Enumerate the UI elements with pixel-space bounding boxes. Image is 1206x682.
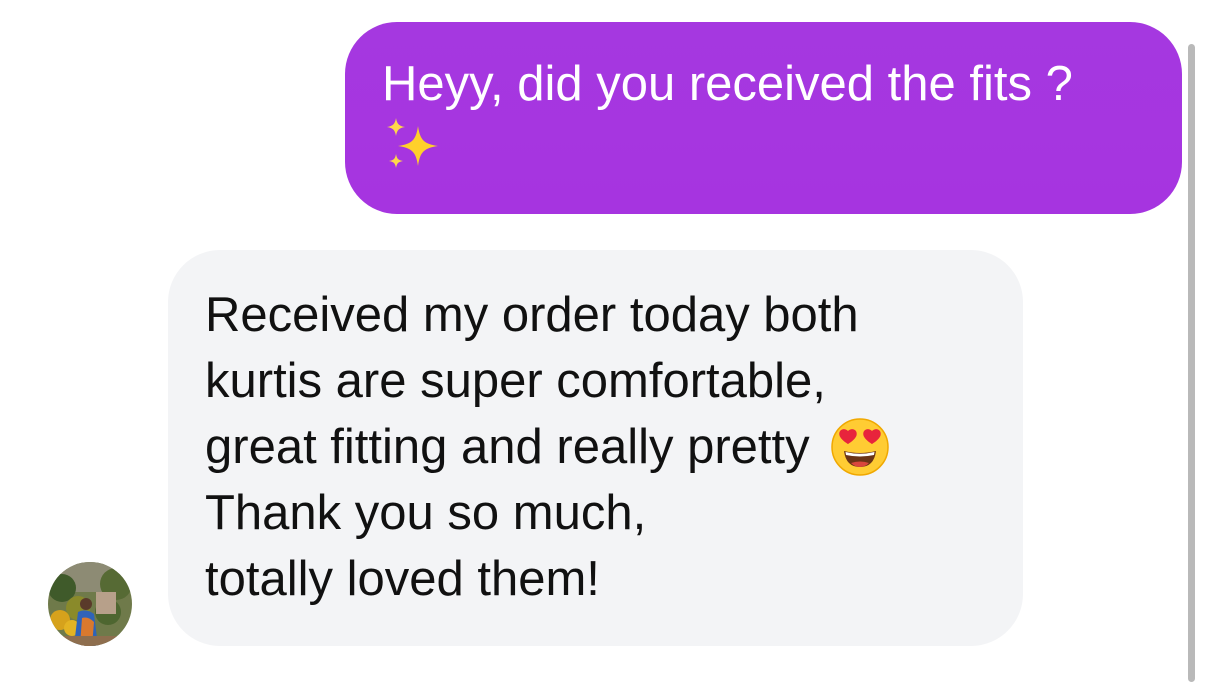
message-line-text: great fitting and really pretty bbox=[205, 420, 810, 474]
message-line: totally loved them! bbox=[205, 552, 600, 606]
chat-thread: Heyy, did you received the fits ? Receiv… bbox=[0, 0, 1206, 682]
message-line: kurtis are super comfortable, bbox=[205, 354, 826, 408]
message-line: Thank you so much, bbox=[205, 486, 647, 540]
heart-eyes-emoji-icon bbox=[830, 418, 889, 476]
outgoing-message-bubble[interactable]: Heyy, did you received the fits ? bbox=[345, 22, 1182, 214]
message-line: Received my order today both bbox=[205, 288, 859, 342]
scrollbar[interactable] bbox=[1188, 44, 1195, 682]
incoming-message-bubble[interactable]: Received my order today both kurtis are … bbox=[168, 250, 1023, 646]
sender-avatar[interactable] bbox=[48, 562, 132, 646]
outgoing-message-text: Heyy, did you received the fits ? bbox=[382, 57, 1073, 111]
avatar-photo-image bbox=[48, 562, 132, 646]
sparkles-icon bbox=[387, 118, 438, 168]
message-line-with-emoji: great fitting and really pretty bbox=[205, 414, 1023, 480]
